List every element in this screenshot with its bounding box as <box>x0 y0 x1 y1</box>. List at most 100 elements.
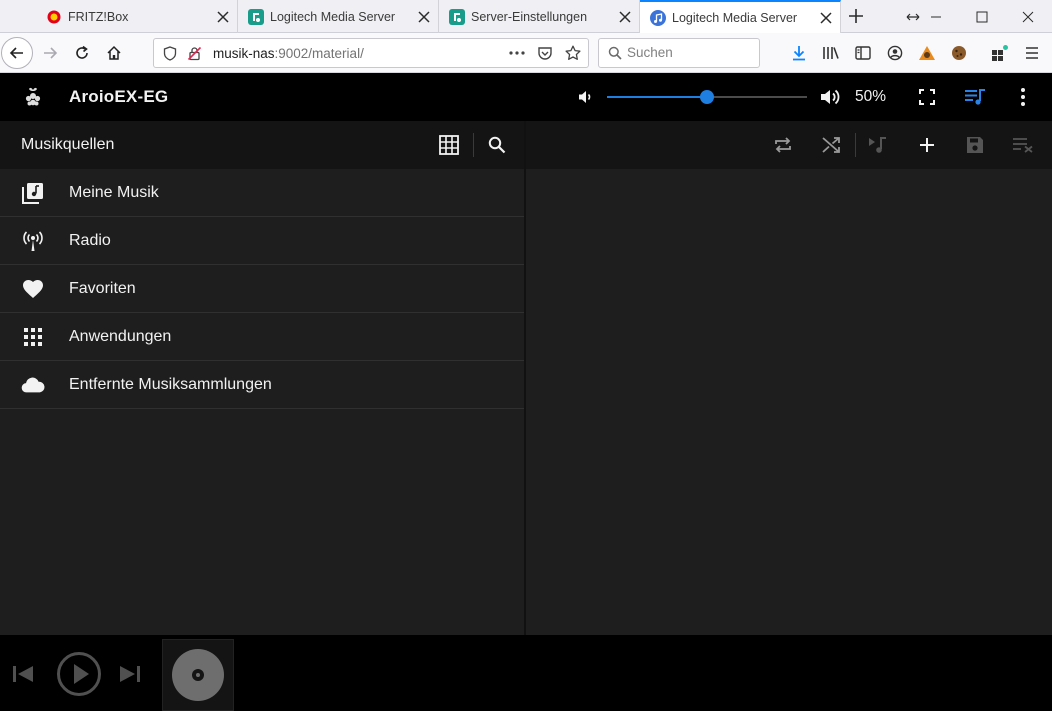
downloads-button[interactable] <box>783 37 815 69</box>
now-playing-bar <box>0 635 1052 711</box>
browse-list: Meine Musik Radio Favoriten Anwendungen <box>0 169 524 409</box>
browse-header: Musikquellen <box>0 121 524 169</box>
url-path: :9002/material/ <box>274 46 364 61</box>
add-icon[interactable] <box>915 133 939 157</box>
close-icon <box>1022 11 1034 22</box>
list-item-label: Favoriten <box>69 280 136 297</box>
reload-button[interactable] <box>66 37 98 69</box>
arrow-left-icon <box>9 47 23 59</box>
plus-icon <box>849 9 863 23</box>
new-tab-button[interactable] <box>842 2 870 30</box>
raspberry-icon[interactable] <box>21 85 45 109</box>
play-circle-icon[interactable] <box>55 650 103 698</box>
repeat-icon[interactable] <box>771 133 795 157</box>
browser-nav-toolbar: musik-nas:9002/material/ <box>0 33 1052 73</box>
search-bar[interactable] <box>598 38 760 68</box>
toolbar-divider <box>855 133 856 157</box>
volume-down-icon[interactable] <box>573 85 597 109</box>
back-button[interactable] <box>1 37 33 69</box>
list-item[interactable]: Anwendungen <box>0 313 524 361</box>
arrow-right-icon <box>44 47 58 59</box>
apps-grid-icon <box>21 325 45 349</box>
volume-slider-fill <box>607 96 707 98</box>
list-item-label: Anwendungen <box>69 328 172 345</box>
search-input[interactable] <box>627 45 752 60</box>
close-tab-icon[interactable] <box>812 4 840 32</box>
volume-slider[interactable] <box>607 90 807 104</box>
search-icon[interactable] <box>485 133 509 157</box>
menu-button[interactable] <box>1016 37 1048 69</box>
home-button[interactable] <box>98 37 130 69</box>
browser-tab-lms[interactable]: Logitech Media Server <box>238 0 439 33</box>
library-music-icon <box>21 181 45 205</box>
save-icon[interactable] <box>963 133 987 157</box>
list-item[interactable]: Entfernte Musiksammlungen <box>0 361 524 409</box>
minimize-window-button[interactable] <box>913 0 959 33</box>
queue-music-icon[interactable] <box>963 85 987 109</box>
home-icon <box>107 45 121 60</box>
clear-queue-icon[interactable] <box>1011 133 1035 157</box>
page-actions-icon[interactable] <box>507 45 527 61</box>
list-item[interactable]: Favoriten <box>0 265 524 313</box>
skip-previous-icon[interactable] <box>10 661 36 687</box>
browse-pane: Musikquellen Meine Musik Radio Favoriten <box>0 121 524 635</box>
search-icon <box>607 45 623 61</box>
list-item[interactable]: Meine Musik <box>0 169 524 217</box>
sidebar-icon <box>855 46 871 60</box>
insecure-lock-icon[interactable] <box>186 45 202 61</box>
grid-view-icon[interactable] <box>437 133 461 157</box>
player-name[interactable]: AroioEX-EG <box>69 87 168 107</box>
music-note-icon <box>650 10 666 26</box>
extensions-menu-button[interactable] <box>984 37 1016 69</box>
app-toolbar: AroioEX-EG 50% <box>0 73 1052 121</box>
album-cover[interactable] <box>162 639 234 711</box>
shield-icon[interactable] <box>162 45 178 61</box>
browser-tab-strip: FRITZ!Box Logitech Media Server Server-E… <box>0 0 1052 34</box>
cookie-icon <box>952 46 966 60</box>
list-item-label: Radio <box>69 232 111 249</box>
close-tab-icon[interactable] <box>410 3 438 31</box>
browser-tab-lms-active[interactable]: Logitech Media Server <box>640 0 841 34</box>
url-text: musik-nas:9002/material/ <box>213 46 364 61</box>
heart-icon <box>21 277 45 301</box>
url-host: musik-nas <box>213 46 275 61</box>
account-icon <box>887 45 903 61</box>
more-vert-icon[interactable] <box>1011 85 1035 109</box>
lms-icon <box>248 8 264 25</box>
browser-tab-fritzbox[interactable]: FRITZ!Box <box>36 0 238 33</box>
cookie-extension-button[interactable] <box>943 37 975 69</box>
shuffle-icon[interactable] <box>819 133 843 157</box>
list-item[interactable]: Radio <box>0 217 524 265</box>
maximize-icon <box>976 11 988 22</box>
queue-toolbar <box>526 121 1052 169</box>
account-button[interactable] <box>879 37 911 69</box>
extension-button[interactable] <box>911 37 943 69</box>
pocket-icon[interactable] <box>536 44 554 62</box>
maximize-window-button[interactable] <box>959 0 1005 33</box>
volume-up-icon[interactable] <box>818 85 842 109</box>
cloud-icon <box>21 373 45 397</box>
vinyl-disc-icon <box>172 649 224 701</box>
extension-icon <box>919 46 935 60</box>
library-icon <box>823 47 839 59</box>
skip-next-icon[interactable] <box>117 661 143 687</box>
volume-slider-thumb[interactable] <box>700 90 714 104</box>
forward-button[interactable] <box>34 37 66 69</box>
reload-icon <box>76 45 88 59</box>
list-item-label: Meine Musik <box>69 184 159 201</box>
fullscreen-icon[interactable] <box>915 85 939 109</box>
scroll-to-current-icon[interactable] <box>866 133 890 157</box>
sidebar-toggle-button[interactable] <box>847 37 879 69</box>
lms-icon <box>449 8 465 25</box>
bookmark-star-icon[interactable] <box>564 44 582 62</box>
browser-tab-server-settings[interactable]: Server-Einstellungen <box>439 0 640 33</box>
close-window-button[interactable] <box>1005 0 1051 33</box>
puzzle-icon <box>992 45 1008 61</box>
close-tab-icon[interactable] <box>611 3 639 31</box>
url-bar[interactable]: musik-nas:9002/material/ <box>153 38 589 68</box>
queue-pane <box>526 121 1052 635</box>
hamburger-icon <box>1026 47 1038 59</box>
close-tab-icon[interactable] <box>209 3 237 31</box>
tab-title: Server-Einstellungen <box>471 9 588 24</box>
library-button[interactable] <box>815 37 847 69</box>
